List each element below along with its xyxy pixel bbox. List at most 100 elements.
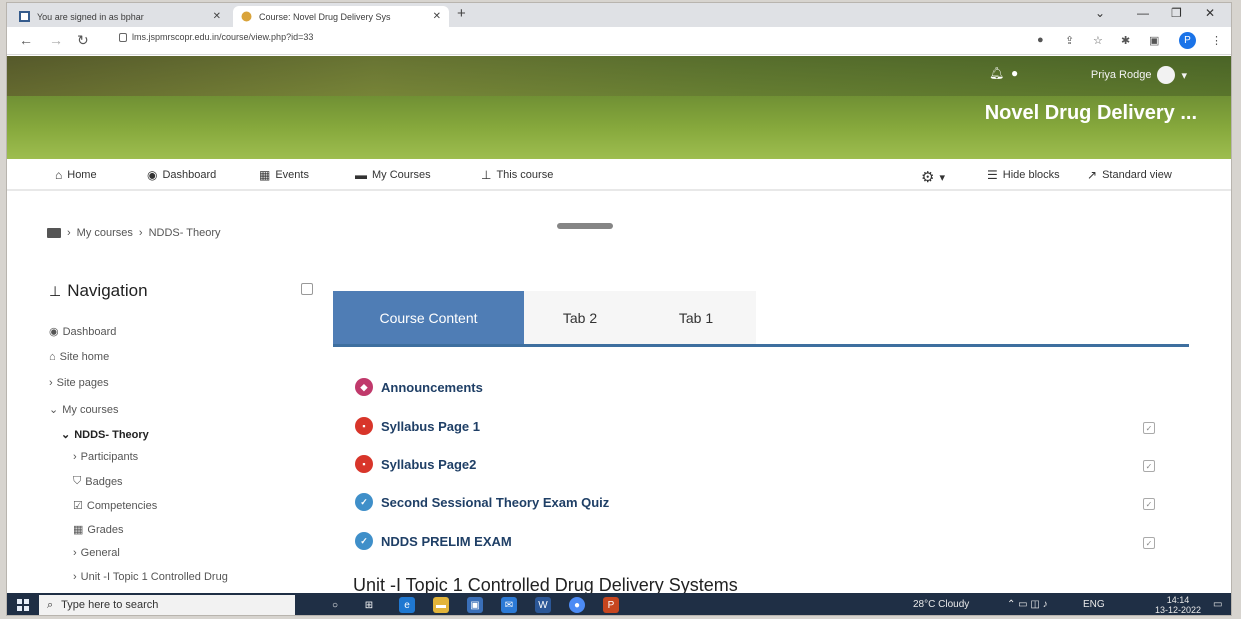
task-view-icon[interactable]: ⊞ — [361, 597, 377, 613]
tab-search-icon[interactable]: ⌄ — [1095, 6, 1105, 20]
restore-icon[interactable]: ❐ — [1171, 6, 1182, 20]
clock-time: 14:14 — [1166, 595, 1190, 605]
standard-view-button[interactable]: ↗ Standard view — [1087, 168, 1172, 182]
new-tab-button[interactable]: + — [457, 5, 466, 22]
user-menu[interactable]: Priya Rodge ▾ — [1091, 66, 1187, 84]
nav-block-dashboard[interactable]: ◉ Dashboard — [49, 325, 116, 339]
quiz-icon: ✓ — [355, 493, 373, 511]
nav-block-general[interactable]: › General — [73, 547, 120, 559]
nav-block-site-pages[interactable]: › Site pages — [49, 377, 109, 389]
pdf-icon: ▪ — [355, 417, 373, 435]
close-icon[interactable]: ✕ — [213, 11, 221, 22]
browser-tabstrip: You are signed in as bphar ✕ Course: Nov… — [7, 3, 1231, 27]
bell-icon[interactable]: 🔔︎ — [989, 66, 1004, 80]
weather-widget[interactable]: 28°C Cloudy — [913, 599, 969, 610]
activity-syllabus-page-1[interactable]: ▪ Syllabus Page 1 — [355, 417, 480, 435]
completion-checkbox[interactable]: ✓ — [1143, 422, 1155, 434]
dock-block-icon[interactable] — [301, 283, 313, 295]
reload-icon[interactable]: ↻ — [77, 32, 89, 49]
sidepanel-icon[interactable]: ▣ — [1149, 34, 1159, 47]
nav-events[interactable]: ▦ Events — [259, 168, 309, 182]
mail-icon[interactable]: ✉ — [501, 597, 517, 613]
nav-block-competencies-label: Competencies — [86, 499, 158, 512]
nav-block-my-courses[interactable]: ⌄ My courses — [49, 403, 118, 417]
smudge-mark — [557, 223, 613, 229]
blocks-icon: ☰ — [987, 168, 998, 182]
nav-my-courses[interactable]: ▬ My Courses — [355, 168, 431, 182]
nav-block-competencies[interactable]: ☑ Competencies — [73, 499, 158, 513]
system-tray-icons[interactable]: ⌃ ▭ ◫ ♪ — [1007, 599, 1048, 610]
share-icon[interactable]: ⇪ — [1065, 34, 1074, 47]
activity-syllabus-page-2[interactable]: ▪ Syllabus Page2 — [355, 455, 476, 473]
tab-1[interactable]: Tab 1 — [636, 291, 756, 344]
nav-block-grades[interactable]: ▦ Grades — [73, 523, 123, 537]
standard-view-label: Standard view — [1102, 169, 1172, 181]
minimize-icon[interactable]: — — [1137, 6, 1149, 20]
extensions-icon[interactable]: ✱ — [1121, 34, 1130, 47]
forward-arrow-icon[interactable]: → — [49, 32, 63, 48]
breadcrumb-ndds-theory[interactable]: NDDS- Theory — [149, 227, 221, 239]
powerpoint-icon[interactable]: P — [603, 597, 619, 613]
taskbar-search[interactable]: ⌕ Type here to search — [39, 595, 295, 615]
tab-course-content[interactable]: Course Content — [333, 291, 524, 344]
browser-tab-signed-in[interactable]: You are signed in as bphar ✕ — [11, 6, 229, 27]
activity-label: Syllabus Page 1 — [381, 418, 480, 434]
cortana-icon[interactable]: ○ — [327, 597, 343, 613]
activity-label: NDDS PRELIM EXAM — [381, 533, 512, 549]
breadcrumb: › My courses › NDDS- Theory — [47, 227, 221, 239]
close-window-icon[interactable]: ✕ — [1205, 6, 1215, 20]
edge-icon[interactable]: e — [399, 597, 415, 613]
activity-ndds-prelim-exam[interactable]: ✓ NDDS PRELIM EXAM — [355, 532, 512, 550]
nav-block-unit-1[interactable]: › Unit -I Topic 1 Controlled Drug — [73, 571, 228, 583]
nav-block-badges[interactable]: ⛉ Badges — [73, 475, 123, 488]
notifications-icon[interactable]: ▭ — [1213, 599, 1222, 610]
nav-this-course-label: This course — [496, 169, 554, 181]
menu-dots-icon[interactable]: ⋮ — [1211, 34, 1222, 47]
breadcrumb-my-courses[interactable]: My courses — [77, 227, 133, 239]
address-bar[interactable]: lms.jspmrscopr.edu.in/course/view.php?id… — [119, 32, 313, 42]
circle-icon[interactable]: ● — [1037, 34, 1044, 46]
back-arrow-icon[interactable]: ← — [19, 32, 33, 48]
chrome-icon[interactable]: ● — [569, 597, 585, 613]
search-icon: ⌕ — [47, 598, 54, 611]
clock[interactable]: 14:14 13-12-2022 — [1155, 595, 1201, 615]
chevron-down-icon: ▾ — [939, 171, 945, 184]
browser-tab-title: You are signed in as bphar — [37, 11, 144, 22]
star-icon[interactable]: ☆ — [1093, 34, 1103, 47]
nav-block-general-label: General — [80, 547, 120, 559]
completion-checkbox[interactable]: ✓ — [1143, 460, 1155, 472]
chat-icon[interactable]: ● — [1011, 66, 1018, 80]
profile-avatar[interactable]: P — [1179, 32, 1196, 49]
folder-icon — [47, 228, 61, 238]
store-icon[interactable]: ▣ — [467, 597, 483, 613]
nav-dashboard-label: Dashboard — [162, 169, 217, 181]
navigation-title: Navigation — [67, 281, 148, 300]
nav-home-label: Home — [67, 169, 97, 181]
nav-block-ndds-theory[interactable]: ⌄ NDDS- Theory — [61, 428, 149, 442]
close-icon[interactable]: ✕ — [433, 11, 441, 22]
completion-checkbox[interactable]: ✓ — [1143, 498, 1155, 510]
activity-second-sessional-quiz[interactable]: ✓ Second Sessional Theory Exam Quiz — [355, 493, 609, 511]
hide-blocks-button[interactable]: ☰ Hide blocks — [987, 168, 1060, 182]
language-indicator[interactable]: ENG — [1083, 599, 1105, 610]
taskbar-search-placeholder: Type here to search — [61, 599, 159, 611]
tab-2[interactable]: Tab 2 — [524, 291, 636, 344]
nav-this-course[interactable]: ⊥ This course — [481, 168, 553, 182]
nav-block-participants[interactable]: › Participants — [73, 451, 138, 463]
nav-dashboard[interactable]: ◉ Dashboard — [147, 168, 216, 182]
completion-checkbox[interactable]: ✓ — [1143, 537, 1155, 549]
activity-announcements[interactable]: ◆ Announcements — [355, 378, 483, 396]
word-icon[interactable]: W — [535, 597, 551, 613]
chevron-down-icon: ⌄ — [61, 429, 71, 441]
nav-block-site-home-label: Site home — [59, 351, 110, 363]
nav-home[interactable]: ⌂ Home — [55, 168, 97, 182]
file-explorer-icon[interactable]: ▬ — [433, 597, 449, 613]
windows-start-icon[interactable] — [17, 599, 29, 611]
quiz-icon: ✓ — [355, 532, 373, 550]
settings-menu[interactable]: ⚙ ▾ — [921, 168, 945, 186]
nav-block-site-home[interactable]: ⌂ Site home — [49, 351, 109, 363]
sitemap-icon: ⊥ — [481, 168, 492, 182]
activity-label: Second Sessional Theory Exam Quiz — [381, 494, 610, 510]
browser-tab-course[interactable]: Course: Novel Drug Delivery Sys ✕ — [233, 6, 449, 27]
calendar-icon: ▦ — [259, 168, 271, 182]
